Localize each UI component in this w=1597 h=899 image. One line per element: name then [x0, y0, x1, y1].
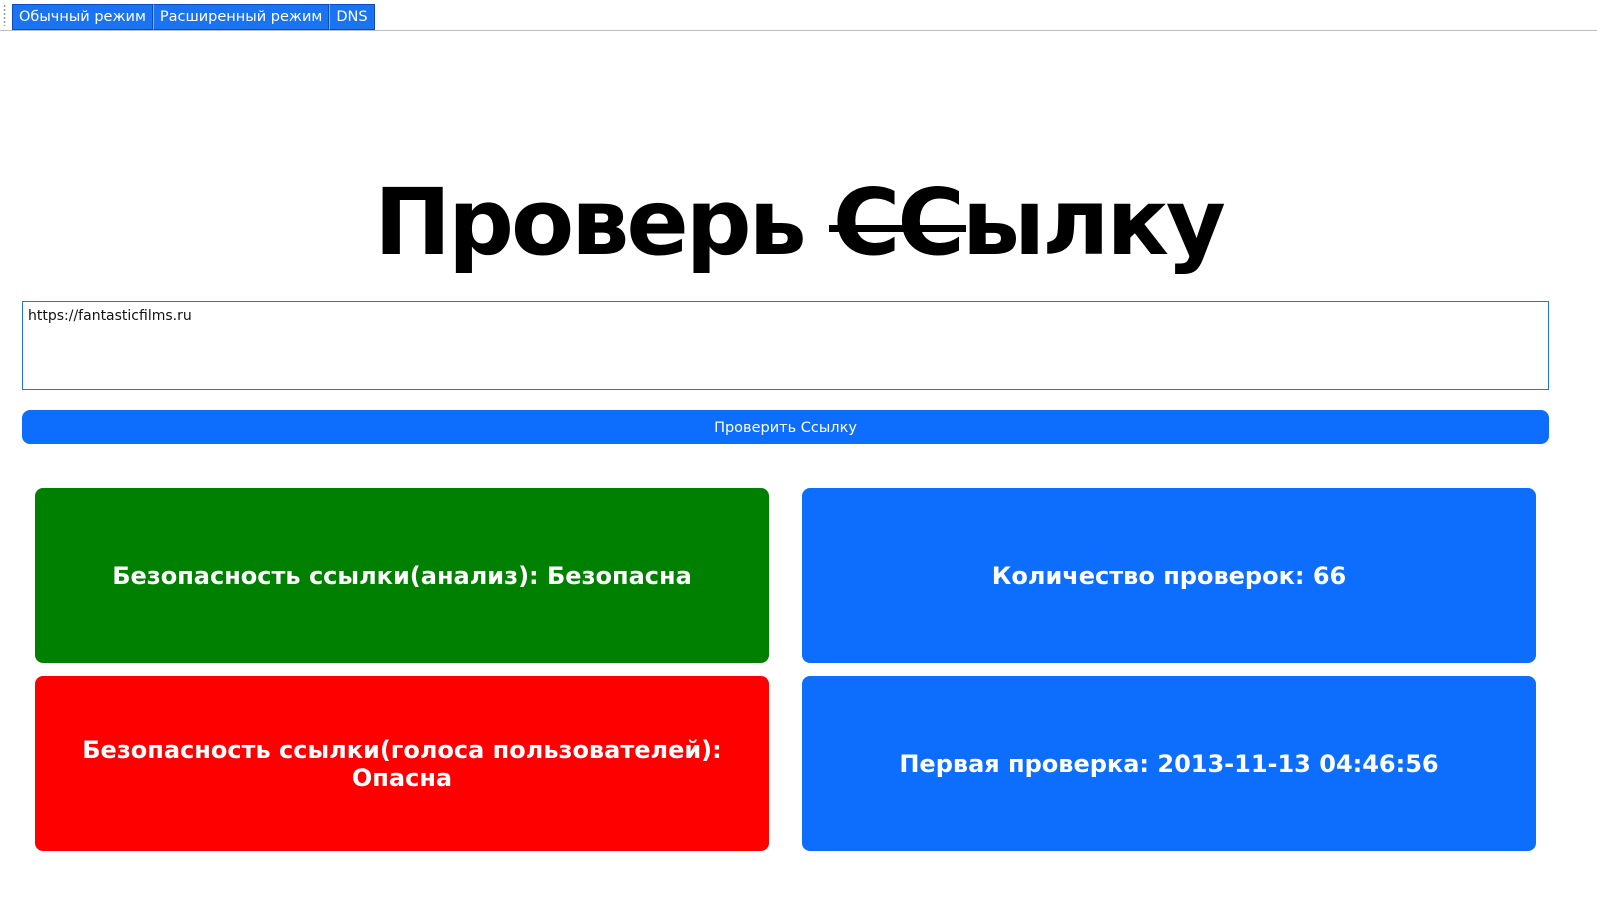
tab-normal-mode[interactable]: Обычный режим [12, 4, 153, 30]
title-strike-letters: СС [828, 169, 966, 276]
tab-advanced-mode[interactable]: Расширенный режим [152, 4, 330, 30]
page-title: Проверь ССылку [0, 168, 1597, 278]
result-check-count-text: Количество проверок: 66 [991, 561, 1347, 590]
mode-tab-bar: Обычный режим Расширенный режим DNS [0, 0, 1597, 31]
result-user-votes-safety-text: Безопасность ссылки(голоса пользователей… [82, 735, 722, 792]
check-link-button[interactable]: Проверить Ссылку [22, 410, 1549, 444]
result-card-user-votes-safety: Безопасность ссылки(голоса пользователей… [35, 676, 769, 851]
result-card-check-count: Количество проверок: 66 [802, 488, 1536, 663]
tab-dns[interactable]: DNS [329, 4, 375, 30]
title-part-2: ылку [961, 169, 1226, 276]
mode-tabs: Обычный режим Расширенный режим DNS [12, 4, 375, 30]
result-card-first-check: Первая проверка: 2013-11-13 04:46:56 [802, 676, 1536, 851]
toolbar-grip-icon [3, 4, 6, 26]
url-input[interactable] [22, 301, 1549, 390]
result-first-check-text: Первая проверка: 2013-11-13 04:46:56 [899, 749, 1439, 778]
title-part-1: Проверь [374, 169, 833, 276]
result-card-analysis-safety: Безопасность ссылки(анализ): Безопасна [35, 488, 769, 663]
result-analysis-safety-text: Безопасность ссылки(анализ): Безопасна [112, 561, 692, 590]
